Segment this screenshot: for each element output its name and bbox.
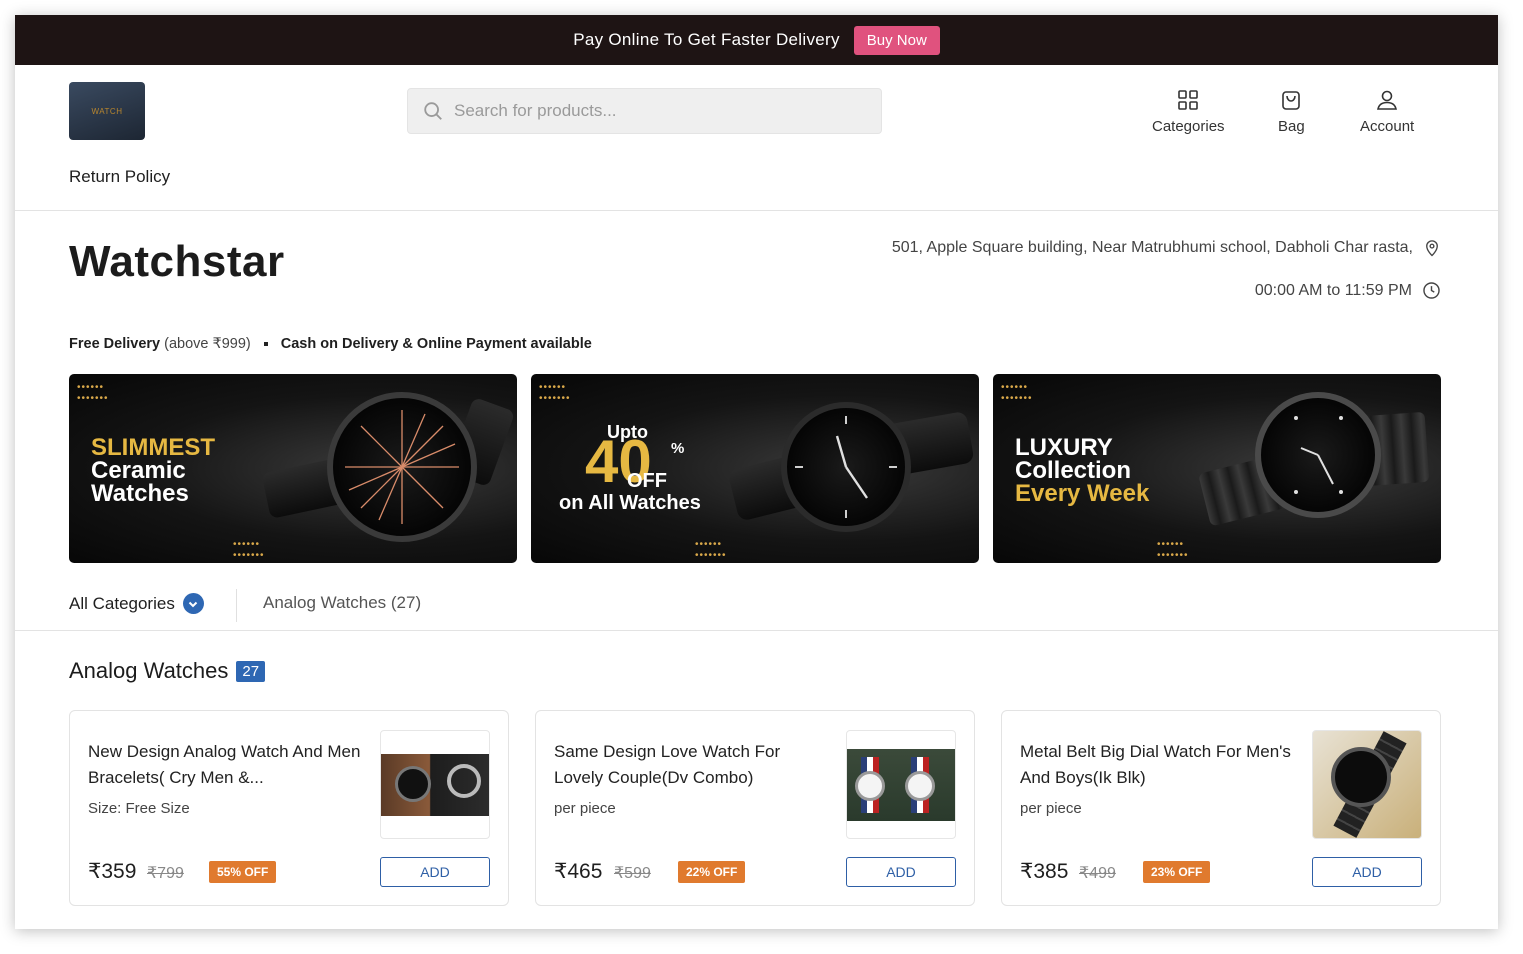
store-logo[interactable]: WATCH [69, 82, 145, 140]
logo-text: WATCH [91, 106, 123, 116]
banner-line: OFF [627, 470, 667, 492]
product-name[interactable]: Metal Belt Big Dial Watch For Men's And … [1020, 739, 1295, 791]
discount-badge: 22% OFF [678, 861, 746, 883]
nav-account[interactable]: Account [1360, 88, 1414, 135]
tab-all-categories-label: All Categories [69, 593, 175, 613]
section-title: Analog Watches [69, 658, 229, 683]
delivery-info: Free Delivery (above ₹999) Cash on Deliv… [69, 336, 592, 352]
add-to-bag-button[interactable]: ADD [846, 857, 956, 887]
user-icon [1377, 90, 1398, 110]
product-name[interactable]: Same Design Love Watch For Lovely Couple… [554, 739, 829, 791]
discount-badge: 55% OFF [209, 861, 277, 883]
product-mrp: ₹599 [614, 865, 651, 882]
search-input[interactable] [454, 101, 854, 121]
watch-face-lines [795, 416, 897, 518]
tab-all-categories[interactable]: All Categories [69, 593, 204, 614]
watch-dial-image [327, 392, 477, 542]
product-name[interactable]: New Design Analog Watch And Men Bracelet… [88, 739, 363, 791]
store-hours-text: 00:00 AM to 11:59 PM [1254, 281, 1412, 299]
nav-categories[interactable]: Categories [1152, 88, 1225, 135]
product-photo [381, 753, 489, 816]
banner-line: SLIMMEST [91, 434, 215, 461]
separator-dot [263, 342, 268, 346]
banner-line: % [671, 440, 685, 457]
banner-line: Ceramic [91, 457, 186, 484]
product-price: ₹465 [554, 860, 603, 883]
watch-dial-image [1255, 392, 1381, 518]
clock-icon [1423, 282, 1440, 299]
product-image[interactable] [846, 730, 956, 839]
product-mrp: ₹799 [147, 865, 184, 882]
search-icon [424, 102, 442, 120]
grid-icon [1178, 90, 1199, 110]
product-photo [1313, 731, 1421, 838]
banner-slimmest[interactable]: •••••• ••••••• •••••• ••••••• SLIMMEST Cer… [69, 374, 517, 563]
product-size: Size: Free Size [88, 800, 190, 817]
buy-now-button[interactable]: Buy Now [853, 25, 940, 55]
product-photo [847, 748, 955, 821]
nav-categories-label: Categories [1152, 118, 1225, 135]
banner-dots-decoration: •••••• ••••••• [233, 539, 265, 561]
bag-icon [1282, 91, 1301, 110]
nav-bag[interactable]: Bag [1278, 88, 1305, 135]
product-unit: per piece [554, 800, 616, 817]
banner-dots-decoration: •••••• ••••••• [695, 539, 727, 561]
product-card[interactable]: Same Design Love Watch For Lovely Couple… [535, 710, 975, 906]
banner-discount[interactable]: •••••• ••••••• •••••• ••••••• Upto 40 % OF… [531, 374, 979, 563]
payment-info: Cash on Delivery & Online Payment availa… [280, 336, 592, 352]
banner-dots-decoration: •••••• ••••••• [1157, 539, 1189, 561]
free-delivery-label: Free Delivery [69, 336, 161, 352]
banner-line: on All Watches [559, 492, 701, 514]
product-card[interactable]: Metal Belt Big Dial Watch For Men's And … [1001, 710, 1441, 906]
banner-line: Collection [1015, 457, 1132, 484]
section-heading: Analog Watches 27 [69, 658, 266, 684]
tab-divider [236, 589, 237, 622]
watch-dial-image [781, 402, 911, 532]
banner-dots-decoration: •••••• ••••••• [1001, 382, 1033, 404]
banner-luxury[interactable]: •••••• ••••••• •••••• ••••••• LUXURY Colle… [993, 374, 1441, 563]
nav-account-label: Account [1360, 118, 1415, 135]
category-tabs: All Categories Analog Watches (27) [15, 581, 1498, 631]
watch-face-lines [345, 410, 459, 524]
nav-bag-label: Bag [1278, 118, 1305, 135]
product-price: ₹359 [88, 860, 137, 883]
free-delivery-threshold: (above ₹999) [164, 336, 251, 352]
banner-line: Watches [91, 480, 189, 507]
discount-badge: 23% OFF [1143, 861, 1211, 883]
tab-analog-watches[interactable]: Analog Watches (27) [263, 593, 421, 613]
product-price: ₹385 [1020, 860, 1069, 883]
promo-bar: Pay Online To Get Faster Delivery Buy No… [15, 15, 1498, 65]
product-image[interactable] [380, 730, 490, 839]
product-card[interactable]: New Design Analog Watch And Men Bracelet… [69, 710, 509, 906]
store-address-text: 501, Apple Square building, Near Matrubh… [891, 239, 1413, 256]
banner-line: Every Week [1015, 480, 1150, 507]
product-mrp: ₹499 [1079, 865, 1116, 882]
location-pin-icon[interactable] [1423, 239, 1441, 257]
banner-line: LUXURY [1015, 434, 1113, 461]
chevron-down-icon[interactable] [182, 593, 204, 614]
header: WATCH Categories Bag Account Return Poli… [15, 65, 1498, 211]
product-unit: per piece [1020, 800, 1082, 817]
store-hours: 00:00 AM to 11:59 PM [1255, 281, 1441, 300]
add-to-bag-button[interactable]: ADD [1312, 857, 1422, 887]
store-name: Watchstar [69, 237, 285, 286]
add-to-bag-button[interactable]: ADD [380, 857, 490, 887]
section-count-badge: 27 [236, 660, 266, 682]
page: Pay Online To Get Faster Delivery Buy No… [15, 15, 1498, 929]
store-address: 501, Apple Square building, Near Matrubh… [892, 239, 1441, 257]
promo-text: Pay Online To Get Faster Delivery [573, 30, 840, 49]
banner-headline: SLIMMEST Ceramic Watches [91, 434, 215, 507]
banner-headline: LUXURY Collection Every Week [1015, 434, 1150, 507]
watch-face-lines [1294, 416, 1343, 494]
banner-dots-decoration: •••••• ••••••• [77, 382, 109, 404]
search-bar[interactable] [407, 88, 882, 134]
return-policy-link[interactable]: Return Policy [69, 167, 170, 187]
product-image[interactable] [1312, 730, 1422, 839]
banner-dots-decoration: •••••• ••••••• [539, 382, 571, 404]
